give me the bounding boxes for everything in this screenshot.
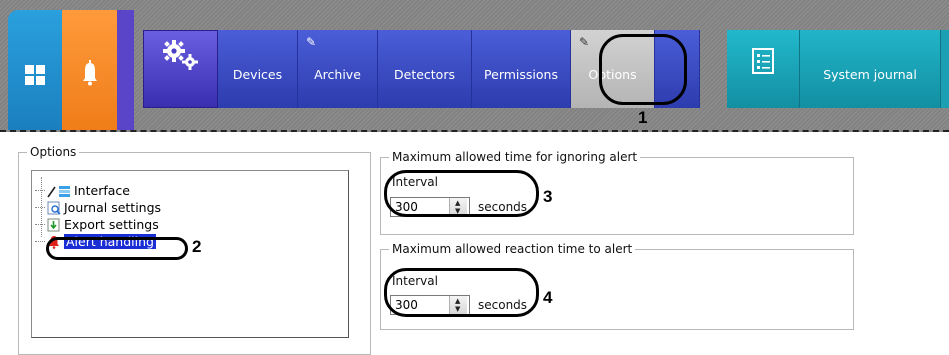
gears-icon (163, 40, 198, 70)
ignore-alert-legend: Maximum allowed time for ignoring alert (392, 150, 638, 164)
alerts-tile[interactable] (62, 10, 117, 130)
pencil-icon: ✎ (579, 35, 590, 49)
spin-down-icon[interactable]: ▼ (455, 208, 460, 215)
reaction-interval-input[interactable] (391, 296, 449, 314)
reaction-interval-stepper[interactable]: ▲ ▼ (449, 296, 467, 314)
tab-detectors[interactable]: Detectors (378, 30, 472, 108)
alert-bell-icon (49, 235, 59, 249)
tab-options-label: Options (588, 67, 637, 82)
tab-devices-label: Devices (232, 67, 283, 82)
pencil-icon: ✎ (306, 35, 317, 49)
ignore-interval-input[interactable] (391, 198, 449, 216)
export-icon (47, 218, 60, 231)
options-legend: Options (30, 145, 77, 159)
tile-divider (117, 10, 134, 130)
settings-content: Options Interface Journal settings Expor… (0, 135, 949, 355)
spin-up-icon[interactable]: ▲ (455, 200, 460, 207)
tree-item-interface[interactable]: Interface (35, 182, 130, 199)
settings-gears-button[interactable] (143, 30, 218, 108)
tree-item-journal-settings-label: Journal settings (64, 200, 162, 215)
reaction-interval-unit: seconds (478, 298, 528, 312)
nav-overflow-edge (940, 30, 949, 108)
ignore-interval-unit: seconds (478, 200, 528, 214)
reaction-alert-legend: Maximum allowed reaction time to alert (392, 242, 633, 256)
ignore-interval-stepper[interactable]: ▲ ▼ (449, 198, 467, 216)
callout-3: 3 (543, 187, 553, 206)
main-toolbar: Devices ✎ Archive Detectors Permissions … (0, 0, 949, 132)
spin-down-icon[interactable]: ▼ (455, 306, 460, 313)
journal-icon (752, 48, 774, 74)
journal-settings-icon (47, 201, 61, 215)
journal-nav: System journal (727, 30, 949, 108)
tree-item-interface-label: Interface (74, 183, 130, 198)
tab-permissions-label: Permissions (484, 67, 558, 82)
journal-icon-button[interactable] (727, 30, 800, 108)
settings-nav: Devices ✎ Archive Detectors Permissions … (143, 30, 700, 108)
nav-spacer (655, 30, 700, 108)
spin-up-icon[interactable]: ▲ (455, 298, 460, 305)
callout-2: 2 (192, 237, 202, 256)
tab-devices[interactable]: Devices (218, 30, 298, 108)
reaction-interval-label: Interval (392, 274, 438, 288)
tab-permissions[interactable]: Permissions (472, 30, 571, 108)
windows-grid-icon (25, 65, 45, 85)
tab-archive[interactable]: ✎ Archive (298, 30, 378, 108)
tab-archive-label: Archive (314, 67, 361, 82)
ignore-interval-spinbox[interactable]: ▲ ▼ (390, 197, 470, 217)
ignore-alert-group: Maximum allowed time for ignoring alert (380, 150, 854, 235)
reaction-interval-spinbox[interactable]: ▲ ▼ (390, 295, 470, 315)
reaction-alert-group: Maximum allowed reaction time to alert (380, 242, 854, 330)
system-journal-label: System journal (823, 67, 917, 82)
options-tree[interactable]: Interface Journal settings Export settin… (31, 170, 349, 338)
bell-icon (83, 60, 97, 86)
tree-item-journal-settings[interactable]: Journal settings (35, 199, 161, 216)
tree-item-export-settings-label: Export settings (64, 217, 159, 232)
callout-1: 1 (638, 108, 648, 127)
tree-item-alert-handling[interactable]: Alert handling (35, 233, 156, 250)
tab-detectors-label: Detectors (394, 67, 455, 82)
ignore-interval-label: Interval (392, 175, 438, 189)
callout-4: 4 (543, 288, 553, 307)
interface-icon (47, 185, 70, 197)
tree-item-export-settings[interactable]: Export settings (35, 216, 159, 233)
tab-options[interactable]: ✎ Options (571, 30, 655, 108)
tab-system-journal[interactable]: System journal (800, 30, 940, 108)
tree-item-alert-handling-label: Alert handling (64, 234, 156, 249)
start-tile[interactable] (8, 10, 62, 130)
